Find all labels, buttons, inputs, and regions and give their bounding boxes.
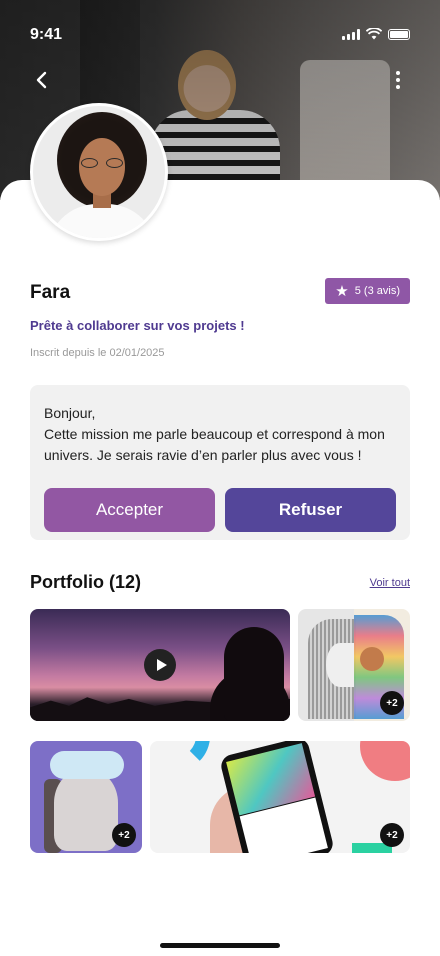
message-card: Bonjour, Cette mission me parle beaucoup… xyxy=(30,385,410,540)
play-icon[interactable] xyxy=(144,649,176,681)
rating-text: 5 (3 avis) xyxy=(354,285,400,297)
more-count-badge: +2 xyxy=(380,823,404,847)
status-time: 9:41 xyxy=(30,26,63,43)
back-button[interactable] xyxy=(30,68,54,92)
more-vertical-icon xyxy=(396,71,400,75)
more-count-badge: +2 xyxy=(112,823,136,847)
avatar xyxy=(30,103,168,241)
profile-name: Fara xyxy=(30,282,71,303)
portfolio-item-drawing[interactable]: +2 xyxy=(298,609,410,721)
accept-button[interactable]: Accepter xyxy=(44,488,215,532)
message-greeting: Bonjour, xyxy=(44,405,96,421)
profile-tagline: Prête à collaborer sur vos projets ! xyxy=(30,318,245,333)
message-body: Cette mission me parle beaucoup et corre… xyxy=(44,426,385,463)
message-text: Bonjour, Cette mission me parle beaucoup… xyxy=(44,403,396,466)
more-count-badge: +2 xyxy=(380,691,404,715)
portfolio-title: Portfolio (12) xyxy=(30,572,141,592)
status-bar: 9:41 xyxy=(0,0,440,54)
signal-icon xyxy=(342,28,360,40)
portfolio-item-portrait[interactable]: +2 xyxy=(30,741,142,853)
status-icons xyxy=(342,28,410,40)
star-icon: ★ xyxy=(335,282,349,300)
more-options-button[interactable] xyxy=(386,68,410,92)
refuse-button[interactable]: Refuser xyxy=(225,488,396,532)
rating-badge[interactable]: ★ 5 (3 avis) xyxy=(325,278,410,304)
portfolio-item-video[interactable] xyxy=(30,609,290,721)
joined-date: Inscrit depuis le 02/01/2025 xyxy=(30,347,165,359)
chevron-left-icon xyxy=(36,71,47,89)
portfolio-item-phone[interactable]: +2 xyxy=(150,741,410,853)
home-indicator xyxy=(160,943,280,948)
battery-icon xyxy=(388,28,410,40)
wifi-icon xyxy=(366,28,382,40)
see-all-link[interactable]: Voir tout xyxy=(370,577,410,589)
